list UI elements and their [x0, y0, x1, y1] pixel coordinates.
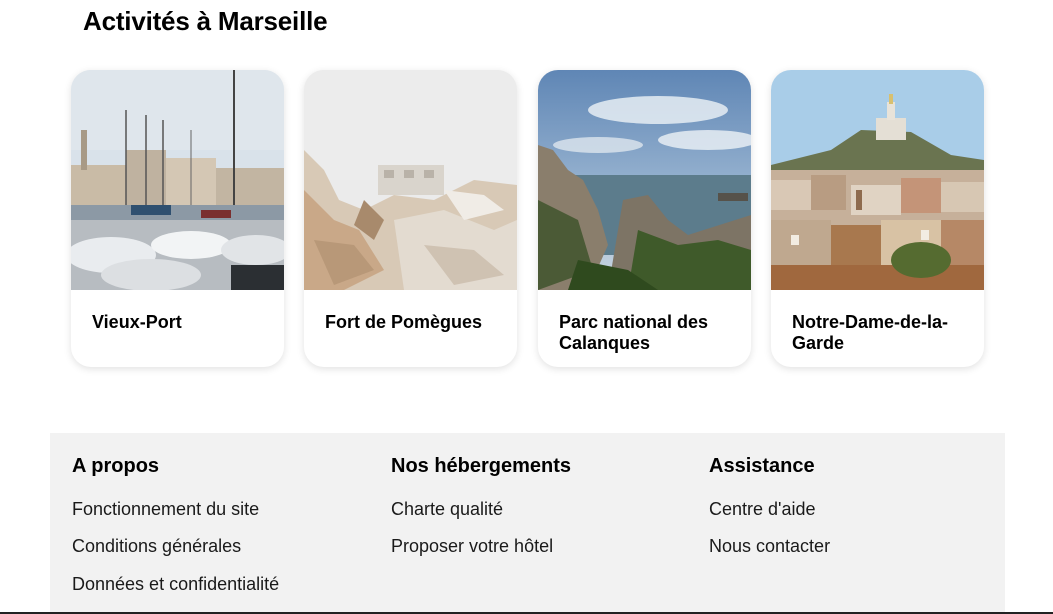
- footer-link-proposer[interactable]: Proposer votre hôtel: [391, 536, 553, 557]
- harbor-photo: [71, 70, 284, 290]
- footer-link-charte[interactable]: Charte qualité: [391, 499, 503, 520]
- card-label: Parc national des Calanques: [559, 312, 709, 353]
- footer-link-contact[interactable]: Nous contacter: [709, 536, 830, 557]
- footer-col-title: Assistance: [709, 455, 815, 477]
- section-title: Activités à Marseille: [83, 6, 328, 36]
- card-label: Fort de Pomègues: [325, 312, 483, 332]
- footer-col-title: A propos: [72, 455, 160, 477]
- calanques-photo: [538, 70, 751, 290]
- footer-link-conditions[interactable]: Conditions générales: [72, 536, 241, 557]
- footer-link-fonctionnement[interactable]: Fonctionnement du site: [72, 499, 259, 520]
- card-label: Notre-Dame-de-la-Garde: [792, 312, 949, 353]
- card-calanques[interactable]: Parc national des Calanques: [538, 70, 751, 367]
- fort-photo: [304, 70, 517, 290]
- card-fort-de-pomegues[interactable]: Fort de Pomègues: [304, 70, 517, 367]
- card-label: Vieux-Port: [92, 312, 182, 332]
- footer-col-title: Nos hébergements: [391, 455, 572, 477]
- footer-link-donnees[interactable]: Données et confidentialité: [72, 574, 279, 595]
- activity-cards: Vieux-Port Fort de Pomègues Parc nationa…: [71, 70, 985, 367]
- basilica-photo: [771, 70, 984, 290]
- footer-link-centre-aide[interactable]: Centre d'aide: [709, 499, 816, 520]
- card-notre-dame-de-la-garde[interactable]: Notre-Dame-de-la-Garde: [771, 70, 984, 367]
- card-vieux-port[interactable]: Vieux-Port: [71, 70, 284, 367]
- footer: A propos Fonctionnement du site Conditio…: [50, 433, 1005, 614]
